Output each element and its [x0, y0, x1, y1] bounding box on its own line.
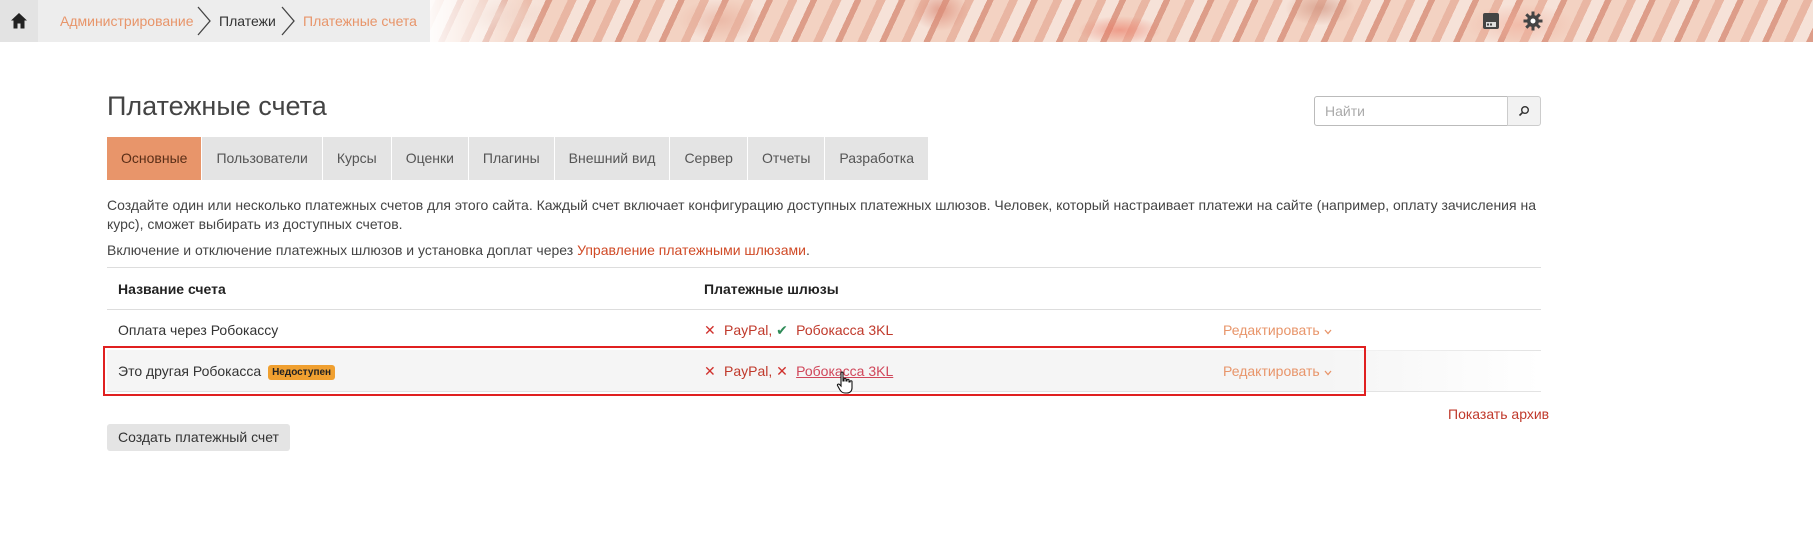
- top-navbar: Администрирование Платежи Платежные счет…: [0, 0, 1813, 42]
- column-header-gateways: Платежные шлюзы: [704, 281, 839, 297]
- gateway-list: ✕ PayPal, ✔ Робокасса 3KL: [704, 322, 894, 338]
- page-title: Платежные счета: [107, 91, 327, 121]
- breadcrumb-item-administration[interactable]: Администрирование: [60, 13, 194, 29]
- search-icon: [1518, 106, 1529, 117]
- home-icon[interactable]: [0, 0, 38, 42]
- enabled-check-icon: ✔: [776, 322, 788, 338]
- gateway-robokassa: Робокасса 3KL: [796, 322, 894, 338]
- breadcrumb-item-payments[interactable]: Платежи: [219, 13, 276, 29]
- tab-appearance[interactable]: Внешний вид: [554, 137, 671, 180]
- tab-development[interactable]: Разработка: [825, 137, 930, 180]
- intro-text: Создайте один или несколько платежных сч…: [107, 197, 1536, 232]
- edit-menu[interactable]: Редактировать: [1223, 322, 1332, 338]
- table-row: Оплата через Робокассу ✕ PayPal, ✔ Робокас…: [107, 309, 1541, 351]
- disabled-x-icon: ✕: [704, 322, 716, 338]
- tab-general[interactable]: Основные: [107, 137, 203, 180]
- gateways-hint: Включение и отключение платежных шлюзов …: [107, 242, 810, 258]
- tab-grades[interactable]: Оценки: [391, 137, 469, 180]
- tab-server[interactable]: Сервер: [670, 137, 748, 180]
- highlight-annotation-box: [103, 346, 1366, 396]
- header-banner-image: [420, 0, 1813, 42]
- table-header: Название счета Платежные шлюзы: [107, 267, 1541, 310]
- tab-courses[interactable]: Курсы: [322, 137, 392, 180]
- admin-tabs: Основные Пользователи Курсы Оценки Плаги…: [107, 137, 930, 180]
- save-icon[interactable]: [1481, 11, 1501, 31]
- search-input[interactable]: [1314, 96, 1518, 126]
- tab-reports[interactable]: Отчеты: [747, 137, 826, 180]
- breadcrumb: Администрирование Платежи Платежные счет…: [0, 0, 430, 42]
- manage-gateways-link[interactable]: Управление платежными шлюзами: [577, 242, 806, 258]
- breadcrumb-item-payment-accounts: Платежные счета: [303, 13, 417, 29]
- tab-users[interactable]: Пользователи: [202, 137, 323, 180]
- search-box: [1314, 96, 1541, 126]
- column-header-account-name: Название счета: [118, 281, 226, 297]
- chevron-down-icon: [1324, 329, 1332, 335]
- tab-plugins[interactable]: Плагины: [468, 137, 555, 180]
- create-payment-account-button[interactable]: Создать платежный счет: [107, 424, 290, 451]
- account-name: Оплата через Робокассу: [118, 322, 279, 338]
- hand-cursor-icon: [836, 371, 853, 394]
- search-button[interactable]: [1507, 96, 1541, 126]
- show-archive-link[interactable]: Показать архив: [1448, 406, 1549, 422]
- gear-icon[interactable]: [1523, 11, 1543, 31]
- gateway-paypal: PayPal: [724, 322, 769, 338]
- breadcrumb-separator-icon: [194, 6, 216, 36]
- breadcrumb-separator-icon: [278, 6, 300, 36]
